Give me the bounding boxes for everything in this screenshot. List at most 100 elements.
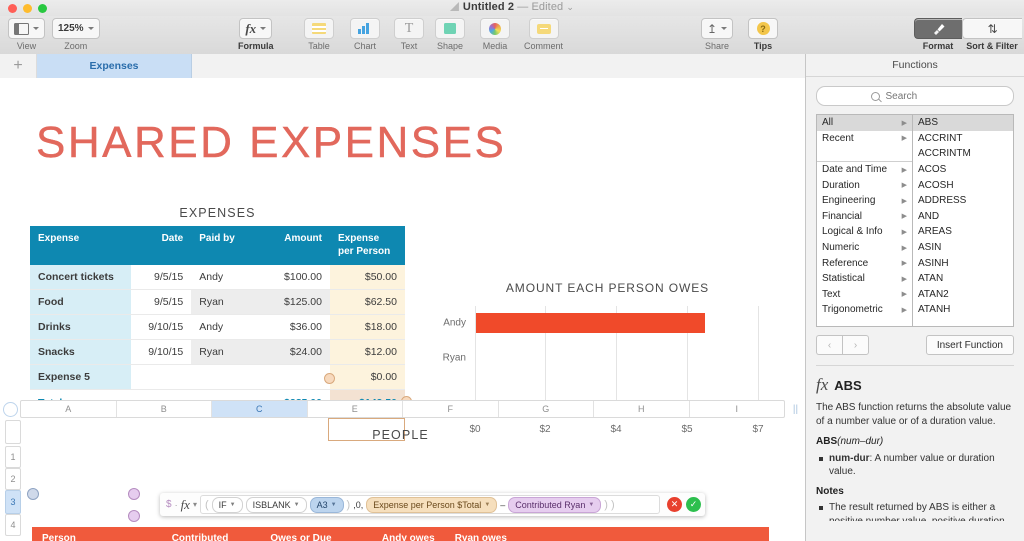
col-header-paid-by[interactable]: Paid by (191, 226, 255, 265)
cell-date[interactable]: 9/10/15 (131, 314, 192, 340)
cell-amount[interactable] (255, 364, 330, 390)
cell-per-person[interactable]: $0.00 (330, 364, 405, 390)
toolbar-shape-group[interactable]: Shape (435, 18, 465, 51)
column-header-c[interactable]: C (212, 401, 308, 417)
fx-icon[interactable]: fx (181, 497, 190, 513)
col-header-expense-per-person[interactable]: Expense per Person (330, 226, 405, 265)
selection-handle-top-left[interactable] (27, 488, 39, 500)
table-row[interactable]: Concert tickets 9/5/15 Andy $100.00 $50.… (30, 265, 405, 290)
media-button[interactable] (480, 18, 510, 39)
table-button[interactable] (304, 18, 334, 39)
toolbar-text-group[interactable]: T Text (394, 18, 424, 51)
cell-date[interactable]: 9/5/15 (131, 289, 192, 315)
toolbar-zoom-group[interactable]: 125% Zoom (52, 18, 100, 51)
col-header-owes-or-due[interactable]: Owes or Due (238, 527, 342, 541)
row-header-corner[interactable] (5, 420, 21, 444)
view-button[interactable] (8, 18, 45, 39)
share-button[interactable]: ↥ (701, 18, 734, 39)
function-item-acosh[interactable]: ACOSH (913, 177, 1013, 193)
sheet-tab-expenses[interactable]: Expenses (37, 54, 192, 78)
cell-paid-by[interactable]: Ryan (191, 289, 255, 315)
tips-button[interactable]: ? (748, 18, 778, 39)
col-header-expense[interactable]: Expense (30, 226, 132, 265)
next-button[interactable]: › (842, 335, 869, 355)
category-item-engineering[interactable]: Engineering ▶ (817, 193, 912, 209)
toolbar-chart-group[interactable]: Chart (350, 18, 380, 51)
category-item-trigonometric[interactable]: Trigonometric ▶ (817, 302, 912, 318)
column-header-b[interactable]: B (117, 401, 212, 417)
formula-button[interactable]: fx (239, 18, 273, 39)
cell-date[interactable]: 9/5/15 (131, 265, 192, 290)
cell-paid-by[interactable]: Andy (191, 265, 255, 290)
toolbar-formula-group[interactable]: fx Formula (238, 18, 274, 51)
formula-token-if[interactable]: IF ▼ (211, 496, 243, 513)
column-header-f[interactable]: F (403, 401, 499, 417)
row-header-3[interactable]: 3 (5, 490, 21, 514)
insert-function-button[interactable]: Insert Function (925, 335, 1014, 355)
people-table[interactable]: Person Contributed Owes or Due Andy owes… (32, 527, 769, 541)
sheet-canvas[interactable]: SHARED EXPENSES EXPENSES Expense Date Pa… (0, 78, 805, 541)
cell-per-person[interactable]: $62.50 (330, 289, 405, 315)
table-grip-right[interactable]: | | (785, 404, 805, 415)
sort-filter-button[interactable]: ⇅ (962, 18, 1022, 39)
function-item-abs[interactable]: ABS (913, 115, 1013, 131)
category-item-reference[interactable]: Reference ▶ (817, 255, 912, 271)
cell-per-person[interactable]: $12.00 (330, 339, 405, 365)
toolbar-view-group[interactable]: View (8, 18, 45, 51)
cell-expense[interactable]: Concert tickets (30, 265, 132, 290)
add-sheet-button[interactable]: + (0, 54, 37, 78)
category-item-text[interactable]: Text ▶ (817, 287, 912, 303)
selection-handle-top-left[interactable] (324, 373, 335, 384)
formula-token-expense-per-person-total[interactable]: Expense per Person $Total ▼ (366, 496, 498, 513)
previous-button[interactable]: ‹ (816, 335, 842, 355)
table-row[interactable]: Drinks 9/10/15 Andy $36.00 $18.00 (30, 314, 405, 340)
toolbar-share-group[interactable]: ↥ Share (701, 18, 734, 51)
col-header-date[interactable]: Date (131, 226, 192, 265)
cell-amount[interactable]: $24.00 (255, 339, 330, 365)
function-item-accrintm[interactable]: ACCRINTM (913, 146, 1013, 162)
cell-amount[interactable]: $125.00 (255, 289, 330, 315)
column-header-i[interactable]: I (690, 401, 785, 417)
cell-expense[interactable]: Drinks (30, 314, 132, 340)
col-header-amount[interactable]: Amount (255, 226, 330, 265)
category-item-numeric[interactable]: Numeric ▶ (817, 240, 912, 256)
cell-paid-by[interactable] (191, 364, 255, 390)
range-handle-top[interactable] (128, 488, 140, 500)
function-item-and[interactable]: AND (913, 209, 1013, 225)
cell-date[interactable]: 9/10/15 (131, 339, 192, 365)
col-header-person[interactable]: Person (32, 527, 136, 541)
function-item-accrint[interactable]: ACCRINT (913, 131, 1013, 147)
table-row[interactable]: Expense 5 $0.00 (30, 364, 405, 390)
formula-token-field[interactable]: ( IF ▼ ISBLANK ▼ A3 ▼ ) ,0, Expense per Per… (199, 495, 660, 514)
cell-per-person[interactable]: $18.00 (330, 314, 405, 340)
chart-bar-andy[interactable] (476, 313, 705, 333)
toolbar-table-group[interactable]: Table (304, 18, 334, 51)
category-item-financial[interactable]: Financial ▶ (817, 209, 912, 225)
format-button[interactable] (914, 18, 962, 39)
formula-token-a3[interactable]: A3 ▼ (309, 496, 344, 513)
category-item-date-and-time[interactable]: Date and Time ▶ (817, 162, 912, 178)
cell-per-person[interactable]: $50.00 (330, 265, 405, 290)
shape-button[interactable] (435, 18, 465, 39)
accept-formula-button[interactable]: ✓ (686, 497, 701, 512)
format-dot-icon[interactable]: · (175, 500, 178, 510)
zoom-button[interactable]: 125% (52, 18, 100, 39)
column-header-g[interactable]: G (499, 401, 594, 417)
col-header-andy-owes[interactable]: Andy owes (341, 527, 445, 541)
category-item-logical-and-info[interactable]: Logical & Info ▶ (817, 224, 912, 240)
formula-editor-bar[interactable]: $ · fx ▾ ( IF ▼ ISBLANK ▼ A3 ▼ ) ,0, Expens… (160, 493, 705, 516)
col-header-contributed[interactable]: Contributed (135, 527, 239, 541)
function-item-atan2[interactable]: ATAN2 (913, 287, 1013, 303)
chevron-down-icon[interactable]: ▾ (193, 500, 197, 509)
cell-expense[interactable]: Expense 5 (30, 364, 132, 390)
function-item-address[interactable]: ADDRESS (913, 193, 1013, 209)
category-item-statistical[interactable]: Statistical ▶ (817, 271, 912, 287)
cell-expense[interactable]: Snacks (30, 339, 132, 365)
category-item-all[interactable]: All ▶ (817, 115, 912, 131)
column-header-h[interactable]: H (594, 401, 690, 417)
search-input[interactable] (883, 89, 960, 103)
function-item-asinh[interactable]: ASINH (913, 255, 1013, 271)
function-name-list[interactable]: ABS ACCRINT ACCRINTM ACOS ACOSH ADDRESS … (913, 115, 1013, 326)
expenses-table[interactable]: Expense Date Paid by Amount Expense per … (30, 226, 405, 415)
column-header-e[interactable]: E (308, 401, 403, 417)
